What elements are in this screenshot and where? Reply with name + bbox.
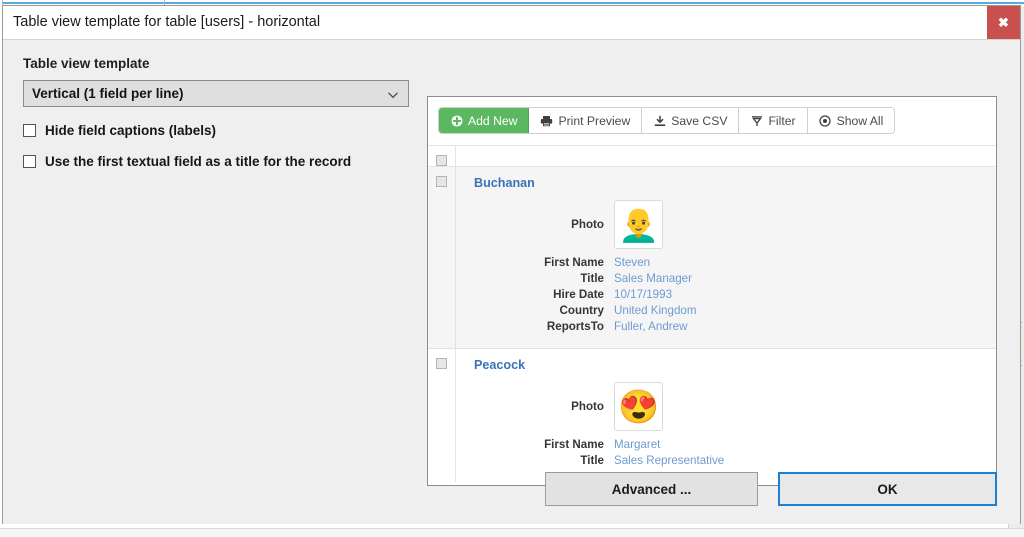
checkbox-box bbox=[23, 124, 36, 137]
field-label: Photo bbox=[474, 399, 614, 414]
filter-button[interactable]: Filter bbox=[739, 108, 807, 133]
field-hire-date: Hire Date 10/17/1993 bbox=[474, 287, 996, 302]
row-checkbox[interactable] bbox=[436, 176, 447, 187]
advanced-button[interactable]: Advanced ... bbox=[545, 472, 758, 506]
window-title: Table view template for table [users] - … bbox=[13, 14, 320, 30]
plus-circle-icon bbox=[450, 114, 463, 127]
record-title[interactable]: Buchanan bbox=[474, 176, 996, 190]
table-row[interactable]: Peacock Photo 😍 First Name Margaret bbox=[428, 348, 996, 482]
field-value: 10/17/1993 bbox=[614, 287, 672, 302]
print-preview-label: Print Preview bbox=[558, 114, 630, 128]
checkbox-label: Use the first textual field as a title f… bbox=[45, 154, 351, 169]
target-icon bbox=[819, 114, 832, 127]
row-checkbox[interactable] bbox=[436, 155, 447, 166]
row-select-cell bbox=[428, 146, 456, 166]
ok-button[interactable]: OK bbox=[778, 472, 997, 506]
field-first-name: First Name Steven bbox=[474, 255, 996, 270]
save-csv-label: Save CSV bbox=[671, 114, 727, 128]
screen-root: Table view template for table [users] - … bbox=[0, 0, 1024, 537]
avatar: 👨‍🦲 bbox=[614, 200, 663, 249]
checkbox-first-textual-field-title[interactable]: Use the first textual field as a title f… bbox=[23, 154, 413, 169]
field-reports-to: ReportsTo Fuller, Andrew bbox=[474, 319, 996, 334]
options-pane: Table view template Vertical (1 field pe… bbox=[23, 56, 413, 169]
field-photo: Photo 😍 bbox=[474, 382, 996, 431]
photo-glyph: 😍 bbox=[618, 390, 659, 423]
table-row[interactable] bbox=[428, 145, 996, 166]
field-value: Margaret bbox=[614, 437, 660, 452]
row-checkbox[interactable] bbox=[436, 358, 447, 369]
checkbox-box bbox=[23, 155, 36, 168]
template-select-value: Vertical (1 field per line) bbox=[32, 86, 184, 101]
field-label: Photo bbox=[474, 217, 614, 232]
field-label: Hire Date bbox=[474, 287, 614, 302]
background-bottom-strip bbox=[0, 528, 1024, 537]
field-first-name: First Name Margaret bbox=[474, 437, 996, 452]
background-accent-line bbox=[3, 2, 1024, 4]
show-all-button[interactable]: Show All bbox=[808, 108, 895, 133]
dialog-footer: Advanced ... OK bbox=[3, 464, 1020, 524]
field-value: Fuller, Andrew bbox=[614, 319, 687, 334]
printer-icon bbox=[540, 114, 553, 127]
print-preview-button[interactable]: Print Preview bbox=[529, 108, 642, 133]
record-title[interactable]: Peacock bbox=[474, 358, 996, 372]
template-section-label: Table view template bbox=[23, 56, 413, 71]
title-bar: Table view template for table [users] - … bbox=[3, 6, 1020, 40]
field-label: Country bbox=[474, 303, 614, 318]
dialog-window: Table view template for table [users] - … bbox=[2, 5, 1021, 524]
field-value: Sales Manager bbox=[614, 271, 692, 286]
row-select-cell bbox=[428, 349, 456, 482]
field-label: First Name bbox=[474, 437, 614, 452]
add-new-button[interactable]: Add New bbox=[439, 108, 529, 133]
field-label: Title bbox=[474, 271, 614, 286]
field-value: United Kingdom bbox=[614, 303, 697, 318]
template-select[interactable]: Vertical (1 field per line) bbox=[23, 80, 409, 107]
dialog-body: Table view template Vertical (1 field pe… bbox=[3, 40, 1020, 524]
toolbar-button-group: Add New bbox=[438, 107, 895, 134]
photo-glyph: 👨‍🦲 bbox=[618, 208, 659, 241]
row-select-cell bbox=[428, 167, 456, 348]
row-body bbox=[456, 146, 996, 166]
field-photo: Photo 👨‍🦲 bbox=[474, 200, 996, 249]
preview-toolbar: Add New bbox=[428, 97, 996, 145]
table-row[interactable]: Buchanan Photo 👨‍🦲 First Name Steven bbox=[428, 166, 996, 348]
field-country: Country United Kingdom bbox=[474, 303, 996, 318]
chevron-down-icon bbox=[387, 88, 399, 100]
field-label: First Name bbox=[474, 255, 614, 270]
field-label: ReportsTo bbox=[474, 319, 614, 334]
field-title: Title Sales Manager bbox=[474, 271, 996, 286]
add-new-label: Add New bbox=[468, 114, 517, 128]
avatar: 😍 bbox=[614, 382, 663, 431]
save-csv-button[interactable]: Save CSV bbox=[642, 108, 739, 133]
row-body: Peacock Photo 😍 First Name Margaret bbox=[456, 349, 996, 482]
checkbox-hide-field-captions[interactable]: Hide field captions (labels) bbox=[23, 123, 413, 138]
checkbox-label: Hide field captions (labels) bbox=[45, 123, 216, 138]
funnel-icon bbox=[750, 114, 763, 127]
download-icon bbox=[653, 114, 666, 127]
row-body: Buchanan Photo 👨‍🦲 First Name Steven bbox=[456, 167, 996, 348]
close-icon[interactable]: ✖ bbox=[987, 6, 1020, 39]
preview-panel: Add New bbox=[427, 96, 997, 486]
show-all-label: Show All bbox=[837, 114, 884, 128]
record-list: Buchanan Photo 👨‍🦲 First Name Steven bbox=[428, 145, 996, 482]
filter-label: Filter bbox=[768, 114, 795, 128]
field-value: Steven bbox=[614, 255, 650, 270]
